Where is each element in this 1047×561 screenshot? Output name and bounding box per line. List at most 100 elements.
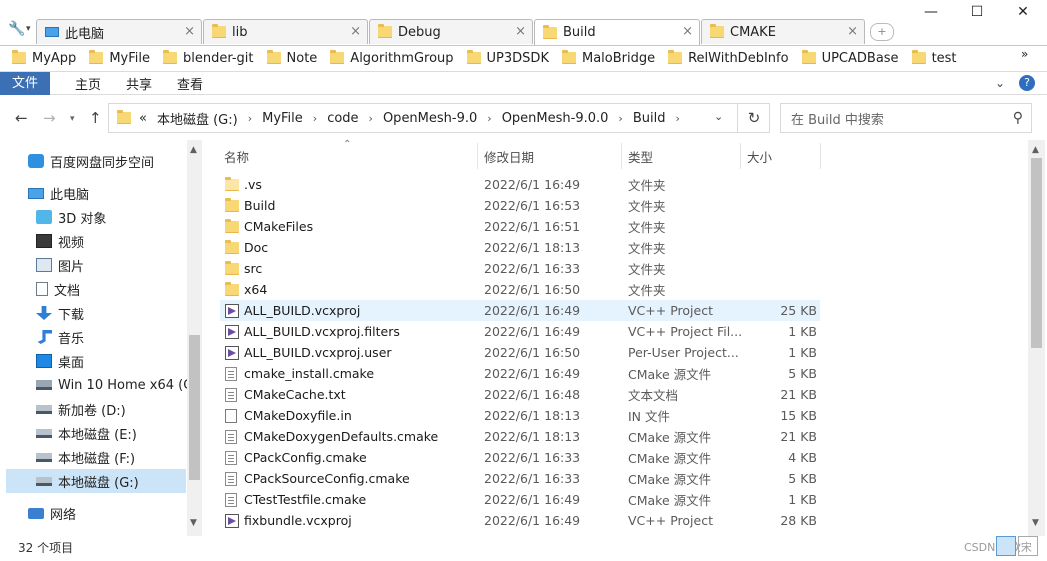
tab-此电脑[interactable]: 此电脑 × [36, 19, 202, 44]
file-list-scrollbar[interactable]: ▲ ▼ [1028, 140, 1045, 536]
close-icon[interactable]: × [184, 24, 195, 39]
close-icon[interactable]: × [682, 24, 693, 39]
wrench-icon[interactable]: 🔧 [8, 21, 25, 37]
file-row[interactable]: ALL_BUILD.vcxproj 2022/6/1 16:49 VC++ Proj… [220, 300, 820, 321]
scroll-down-icon[interactable]: ▼ [190, 518, 197, 528]
file-row[interactable]: Build 2022/6/1 16:53 文件夹 [220, 195, 820, 216]
close-button[interactable]: ✕ [1000, 4, 1046, 26]
column-divider[interactable] [621, 143, 622, 169]
sidebar-item[interactable]: 文档 [0, 277, 186, 301]
details-view-button[interactable] [996, 536, 1016, 556]
file-row[interactable]: CMakeCache.txt 2022/6/1 16:48 文本文档 21 KB [220, 384, 820, 405]
refresh-button[interactable]: ↻ [737, 103, 770, 133]
bookmark-item[interactable]: MyFile [89, 50, 150, 66]
help-icon[interactable]: ? [1019, 75, 1035, 91]
bookmark-item[interactable]: UP3DSDK [466, 50, 549, 66]
minimize-button[interactable]: — [908, 4, 954, 26]
file-row[interactable]: fixbundle.vcxproj 2022/6/1 16:49 VC++ Proj… [220, 510, 820, 531]
tab-build[interactable]: Build × [534, 19, 700, 45]
tab-file[interactable]: 文件 [0, 71, 50, 95]
column-header-type[interactable]: 类型 [628, 147, 653, 166]
column-header-size[interactable]: 大小 [747, 147, 772, 166]
file-row[interactable]: CMakeDoxyfile.in 2022/6/1 18:13 IN 文件 15 KB [220, 405, 820, 426]
chevron-down-icon[interactable]: ▾ [26, 24, 31, 34]
forward-arrow-icon[interactable]: → [43, 109, 56, 127]
scroll-up-icon[interactable]: ▲ [190, 145, 197, 155]
search-input[interactable]: 在 Build 中搜索 ⚲ [780, 103, 1032, 133]
tab-view[interactable]: 查看 [177, 74, 203, 93]
new-tab-button[interactable]: + [870, 23, 894, 41]
sidebar-item[interactable]: 新加卷 (D:) [0, 397, 186, 421]
chevron-right-icon[interactable]: › [675, 112, 679, 125]
chevron-right-icon[interactable]: › [618, 112, 622, 125]
scrollbar-thumb[interactable] [189, 335, 200, 480]
column-divider[interactable] [820, 143, 821, 169]
scroll-up-icon[interactable]: ▲ [1032, 145, 1039, 155]
close-icon[interactable]: × [515, 24, 526, 39]
tab-lib[interactable]: lib × [203, 19, 368, 44]
sidebar-item[interactable]: 此电脑 [0, 181, 186, 205]
file-row[interactable]: CPackConfig.cmake 2022/6/1 16:33 CMake 源文件… [220, 447, 820, 468]
breadcrumb-item[interactable]: Build [633, 111, 666, 126]
tab-debug[interactable]: Debug × [369, 19, 533, 44]
close-icon[interactable]: × [350, 24, 361, 39]
bookmark-item[interactable]: MyApp [12, 50, 76, 66]
breadcrumb-item[interactable]: MyFile [262, 111, 303, 126]
sidebar-item[interactable]: 视频 [0, 229, 186, 253]
tab-cmake[interactable]: CMAKE × [701, 19, 865, 44]
sidebar-item[interactable]: 百度网盘同步空间 [0, 149, 186, 173]
scroll-down-icon[interactable]: ▼ [1032, 518, 1039, 528]
maximize-button[interactable]: ☐ [954, 4, 1000, 26]
chevron-right-icon[interactable]: › [369, 112, 373, 125]
tab-home[interactable]: 主页 [75, 74, 101, 93]
chevron-down-icon[interactable]: ⌄ [995, 76, 1005, 90]
bookmark-item[interactable]: RelWithDebInfo [668, 50, 789, 66]
sidebar-item[interactable]: 桌面 [0, 349, 186, 373]
file-row[interactable]: CMakeFiles 2022/6/1 16:51 文件夹 [220, 216, 820, 237]
sidebar-item[interactable]: 本地磁盘 (F:) [0, 445, 186, 469]
address-bar[interactable]: « 本地磁盘 (G:) › MyFile › code › OpenMesh-9.0 › Ope… [108, 103, 770, 133]
file-row[interactable]: ALL_BUILD.vcxproj.filters 2022/6/1 16:49 V… [220, 321, 820, 342]
bookmarks-more-button[interactable]: » [1021, 47, 1031, 61]
breadcrumb-item[interactable]: OpenMesh-9.0 [383, 111, 477, 126]
file-row[interactable]: src 2022/6/1 16:33 文件夹 [220, 258, 820, 279]
file-row[interactable]: CMakeDoxygenDefaults.cmake 2022/6/1 18:13… [220, 426, 820, 447]
column-header-name[interactable]: 名称 [224, 147, 249, 166]
bookmark-item[interactable]: MaloBridge [561, 50, 655, 66]
chevron-right-icon[interactable]: › [248, 112, 252, 125]
scrollbar-thumb[interactable] [1031, 158, 1042, 348]
close-icon[interactable]: × [847, 24, 858, 39]
sidebar-item[interactable]: 下载 [0, 301, 186, 325]
file-row[interactable]: ALL_BUILD.vcxproj.user 2022/6/1 16:50 Per-… [220, 342, 820, 363]
file-row[interactable]: CTestTestfile.cmake 2022/6/1 16:49 CMake 源… [220, 489, 820, 510]
sidebar-item[interactable]: 本地磁盘 (G:) [6, 469, 186, 493]
bookmark-item[interactable]: blender-git [162, 50, 254, 66]
up-arrow-icon[interactable]: ↑ [89, 109, 102, 127]
column-divider[interactable] [477, 143, 478, 169]
sidebar-item[interactable]: 网络 [0, 501, 186, 525]
bookmark-item[interactable]: Note [266, 50, 317, 66]
sidebar-item[interactable]: 本地磁盘 (E:) [0, 421, 186, 445]
column-header-date[interactable]: 修改日期 [484, 147, 534, 166]
sidebar-item[interactable]: Win 10 Home x64 (C:) [0, 373, 202, 397]
file-row[interactable]: CPackSourceConfig.cmake 2022/6/1 16:33 CMa… [220, 468, 820, 489]
sidebar-item[interactable]: 图片 [0, 253, 186, 277]
chevron-right-icon[interactable]: › [313, 112, 317, 125]
sidebar-scrollbar[interactable]: ▲ ▼ [187, 140, 202, 536]
file-row[interactable]: .vs 2022/6/1 16:49 文件夹 [220, 174, 820, 195]
recent-locations-chevron-icon[interactable]: ▾ [70, 114, 75, 124]
tab-share[interactable]: 共享 [126, 74, 152, 93]
sidebar-item[interactable]: 音乐 [0, 325, 186, 349]
file-row[interactable]: Doc 2022/6/1 18:13 文件夹 [220, 237, 820, 258]
address-dropdown-icon[interactable]: ⌄ [714, 110, 723, 123]
file-row[interactable]: x64 2022/6/1 16:50 文件夹 [220, 279, 820, 300]
breadcrumb-item[interactable]: code [327, 111, 358, 126]
file-row[interactable]: cmake_install.cmake 2022/6/1 16:49 CMake 源… [220, 363, 820, 384]
back-arrow-icon[interactable]: ← [15, 109, 28, 127]
bookmark-item[interactable]: test [911, 50, 957, 66]
breadcrumb-item[interactable]: OpenMesh-9.0.0 [502, 111, 609, 126]
sidebar-item[interactable]: 3D 对象 [0, 205, 186, 229]
breadcrumb-overflow[interactable]: « [139, 111, 147, 126]
breadcrumb-item[interactable]: 本地磁盘 (G:) [157, 109, 238, 128]
large-icons-view-button[interactable] [1018, 536, 1038, 556]
